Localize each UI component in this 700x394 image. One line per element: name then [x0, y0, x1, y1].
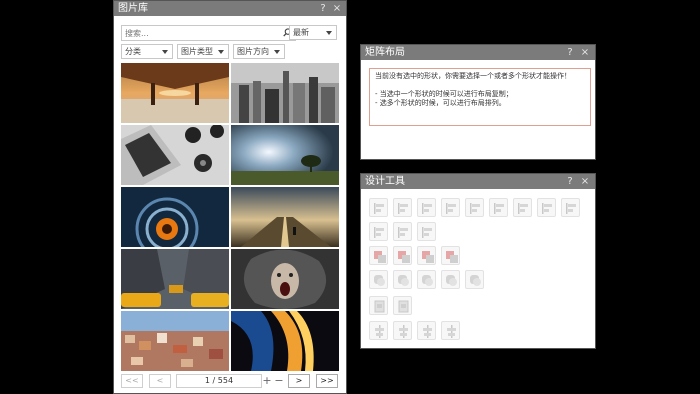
- align-center-h-icon[interactable]: [393, 198, 412, 217]
- thumbnail-colorful-town[interactable]: [121, 311, 229, 371]
- distribute-h-icon[interactable]: [513, 198, 532, 217]
- design-tools-titlebar: 设计工具 ? ×: [361, 174, 595, 189]
- shape-icon-4[interactable]: [441, 270, 460, 289]
- group-icon[interactable]: [561, 198, 580, 217]
- thumbnail-grid: [121, 63, 339, 371]
- copy-format-icon[interactable]: [369, 296, 388, 315]
- close-button[interactable]: ×: [330, 1, 344, 16]
- thumbnail-abstract-tunnel[interactable]: [121, 187, 229, 247]
- help-button[interactable]: ?: [563, 174, 577, 189]
- align-middle-v-icon[interactable]: [465, 198, 484, 217]
- same-size-icon[interactable]: [417, 222, 436, 241]
- align-left-icon[interactable]: [369, 198, 388, 217]
- message-line: - 选多个形状的时候，可以进行布局排列。: [375, 99, 506, 107]
- pane-title: 设计工具: [365, 176, 405, 187]
- message-line: - 当选中一个形状的时候可以进行布局复制；: [375, 90, 513, 98]
- distribute-v-icon[interactable]: [537, 198, 556, 217]
- sort-select[interactable]: 最新: [289, 25, 337, 40]
- search-box[interactable]: [121, 25, 296, 41]
- image-orientation-select-label: 图片方向: [237, 47, 269, 56]
- sort-select-label: 最新: [293, 28, 309, 37]
- matrix-layout-titlebar: 矩阵布局 ? ×: [361, 45, 595, 60]
- same-width-icon[interactable]: [369, 222, 388, 241]
- chevron-down-icon: [326, 31, 332, 35]
- zoom-in-button[interactable]: +: [262, 374, 272, 388]
- search-input[interactable]: [122, 26, 275, 40]
- chevron-down-icon: [218, 50, 224, 54]
- chevron-down-icon: [162, 50, 168, 54]
- middle-v-icon[interactable]: [441, 321, 460, 340]
- zoom-out-button[interactable]: −: [274, 374, 284, 388]
- fill-icon-4[interactable]: [441, 246, 460, 265]
- help-button[interactable]: ?: [316, 1, 330, 16]
- selection-message: 当前没有选中的形状，你需要选择一个或者多个形状才能操作！ - 当选中一个形状的时…: [369, 68, 591, 126]
- matrix-layout-pane: 矩阵布局 ? × 当前没有选中的形状，你需要选择一个或者多个形状才能操作！ - …: [360, 44, 596, 160]
- help-button[interactable]: ?: [563, 45, 577, 60]
- picture-library-titlebar: 图片库 ? ×: [114, 1, 346, 16]
- paste-format-icon[interactable]: [393, 296, 412, 315]
- align-bottom-icon[interactable]: [489, 198, 508, 217]
- close-button[interactable]: ×: [578, 174, 592, 189]
- close-button[interactable]: ×: [578, 45, 592, 60]
- same-height-icon[interactable]: [393, 222, 412, 241]
- pane-title: 图片库: [118, 3, 148, 14]
- message-line: 当前没有选中的形状，你需要选择一个或者多个形状才能操作！: [375, 72, 571, 80]
- picture-library-pane: 图片库 ? × 最新 分类 图片类型 图片方向: [113, 0, 347, 394]
- message-line: [375, 81, 585, 90]
- thumbnail-pier-sunset[interactable]: [121, 63, 229, 123]
- pane-title: 矩阵布局: [365, 47, 405, 58]
- shape-icon-2[interactable]: [393, 270, 412, 289]
- align-top-icon[interactable]: [441, 198, 460, 217]
- pagination-bar: << < 1 / 554 + − > >>: [114, 374, 346, 390]
- thumbnail-turntables-laptop[interactable]: [121, 125, 229, 185]
- center-h-icon[interactable]: [369, 321, 388, 340]
- page-indicator: 1 / 554: [176, 374, 262, 388]
- shape-icon-3[interactable]: [417, 270, 436, 289]
- prev-page-button[interactable]: <: [149, 374, 171, 388]
- image-orientation-select[interactable]: 图片方向: [233, 44, 285, 59]
- category-select-label: 分类: [125, 47, 141, 56]
- category-select[interactable]: 分类: [121, 44, 173, 59]
- shape-icon-5[interactable]: [465, 270, 484, 289]
- thumbnail-taxi-street[interactable]: [121, 249, 229, 309]
- image-type-select-label: 图片类型: [181, 47, 213, 56]
- image-type-select[interactable]: 图片类型: [177, 44, 229, 59]
- center-v-icon[interactable]: [393, 321, 412, 340]
- next-page-button[interactable]: >: [288, 374, 310, 388]
- thumbnail-fire-streaks[interactable]: [231, 311, 339, 371]
- thumbnail-road-runner[interactable]: [231, 187, 339, 247]
- fill-icon-2[interactable]: [393, 246, 412, 265]
- chevron-down-icon: [274, 50, 280, 54]
- shape-icon-1[interactable]: [369, 270, 388, 289]
- thumbnail-city-skyline[interactable]: [231, 63, 339, 123]
- fill-icon-3[interactable]: [417, 246, 436, 265]
- thumbnail-lone-tree-sky[interactable]: [231, 125, 339, 185]
- design-tools-pane: 设计工具 ? ×: [360, 173, 596, 349]
- middle-h-icon[interactable]: [417, 321, 436, 340]
- fill-icon-1[interactable]: [369, 246, 388, 265]
- last-page-button[interactable]: >>: [316, 374, 338, 388]
- first-page-button[interactable]: <<: [121, 374, 143, 388]
- align-right-icon[interactable]: [417, 198, 436, 217]
- thumbnail-screaming-face[interactable]: [231, 249, 339, 309]
